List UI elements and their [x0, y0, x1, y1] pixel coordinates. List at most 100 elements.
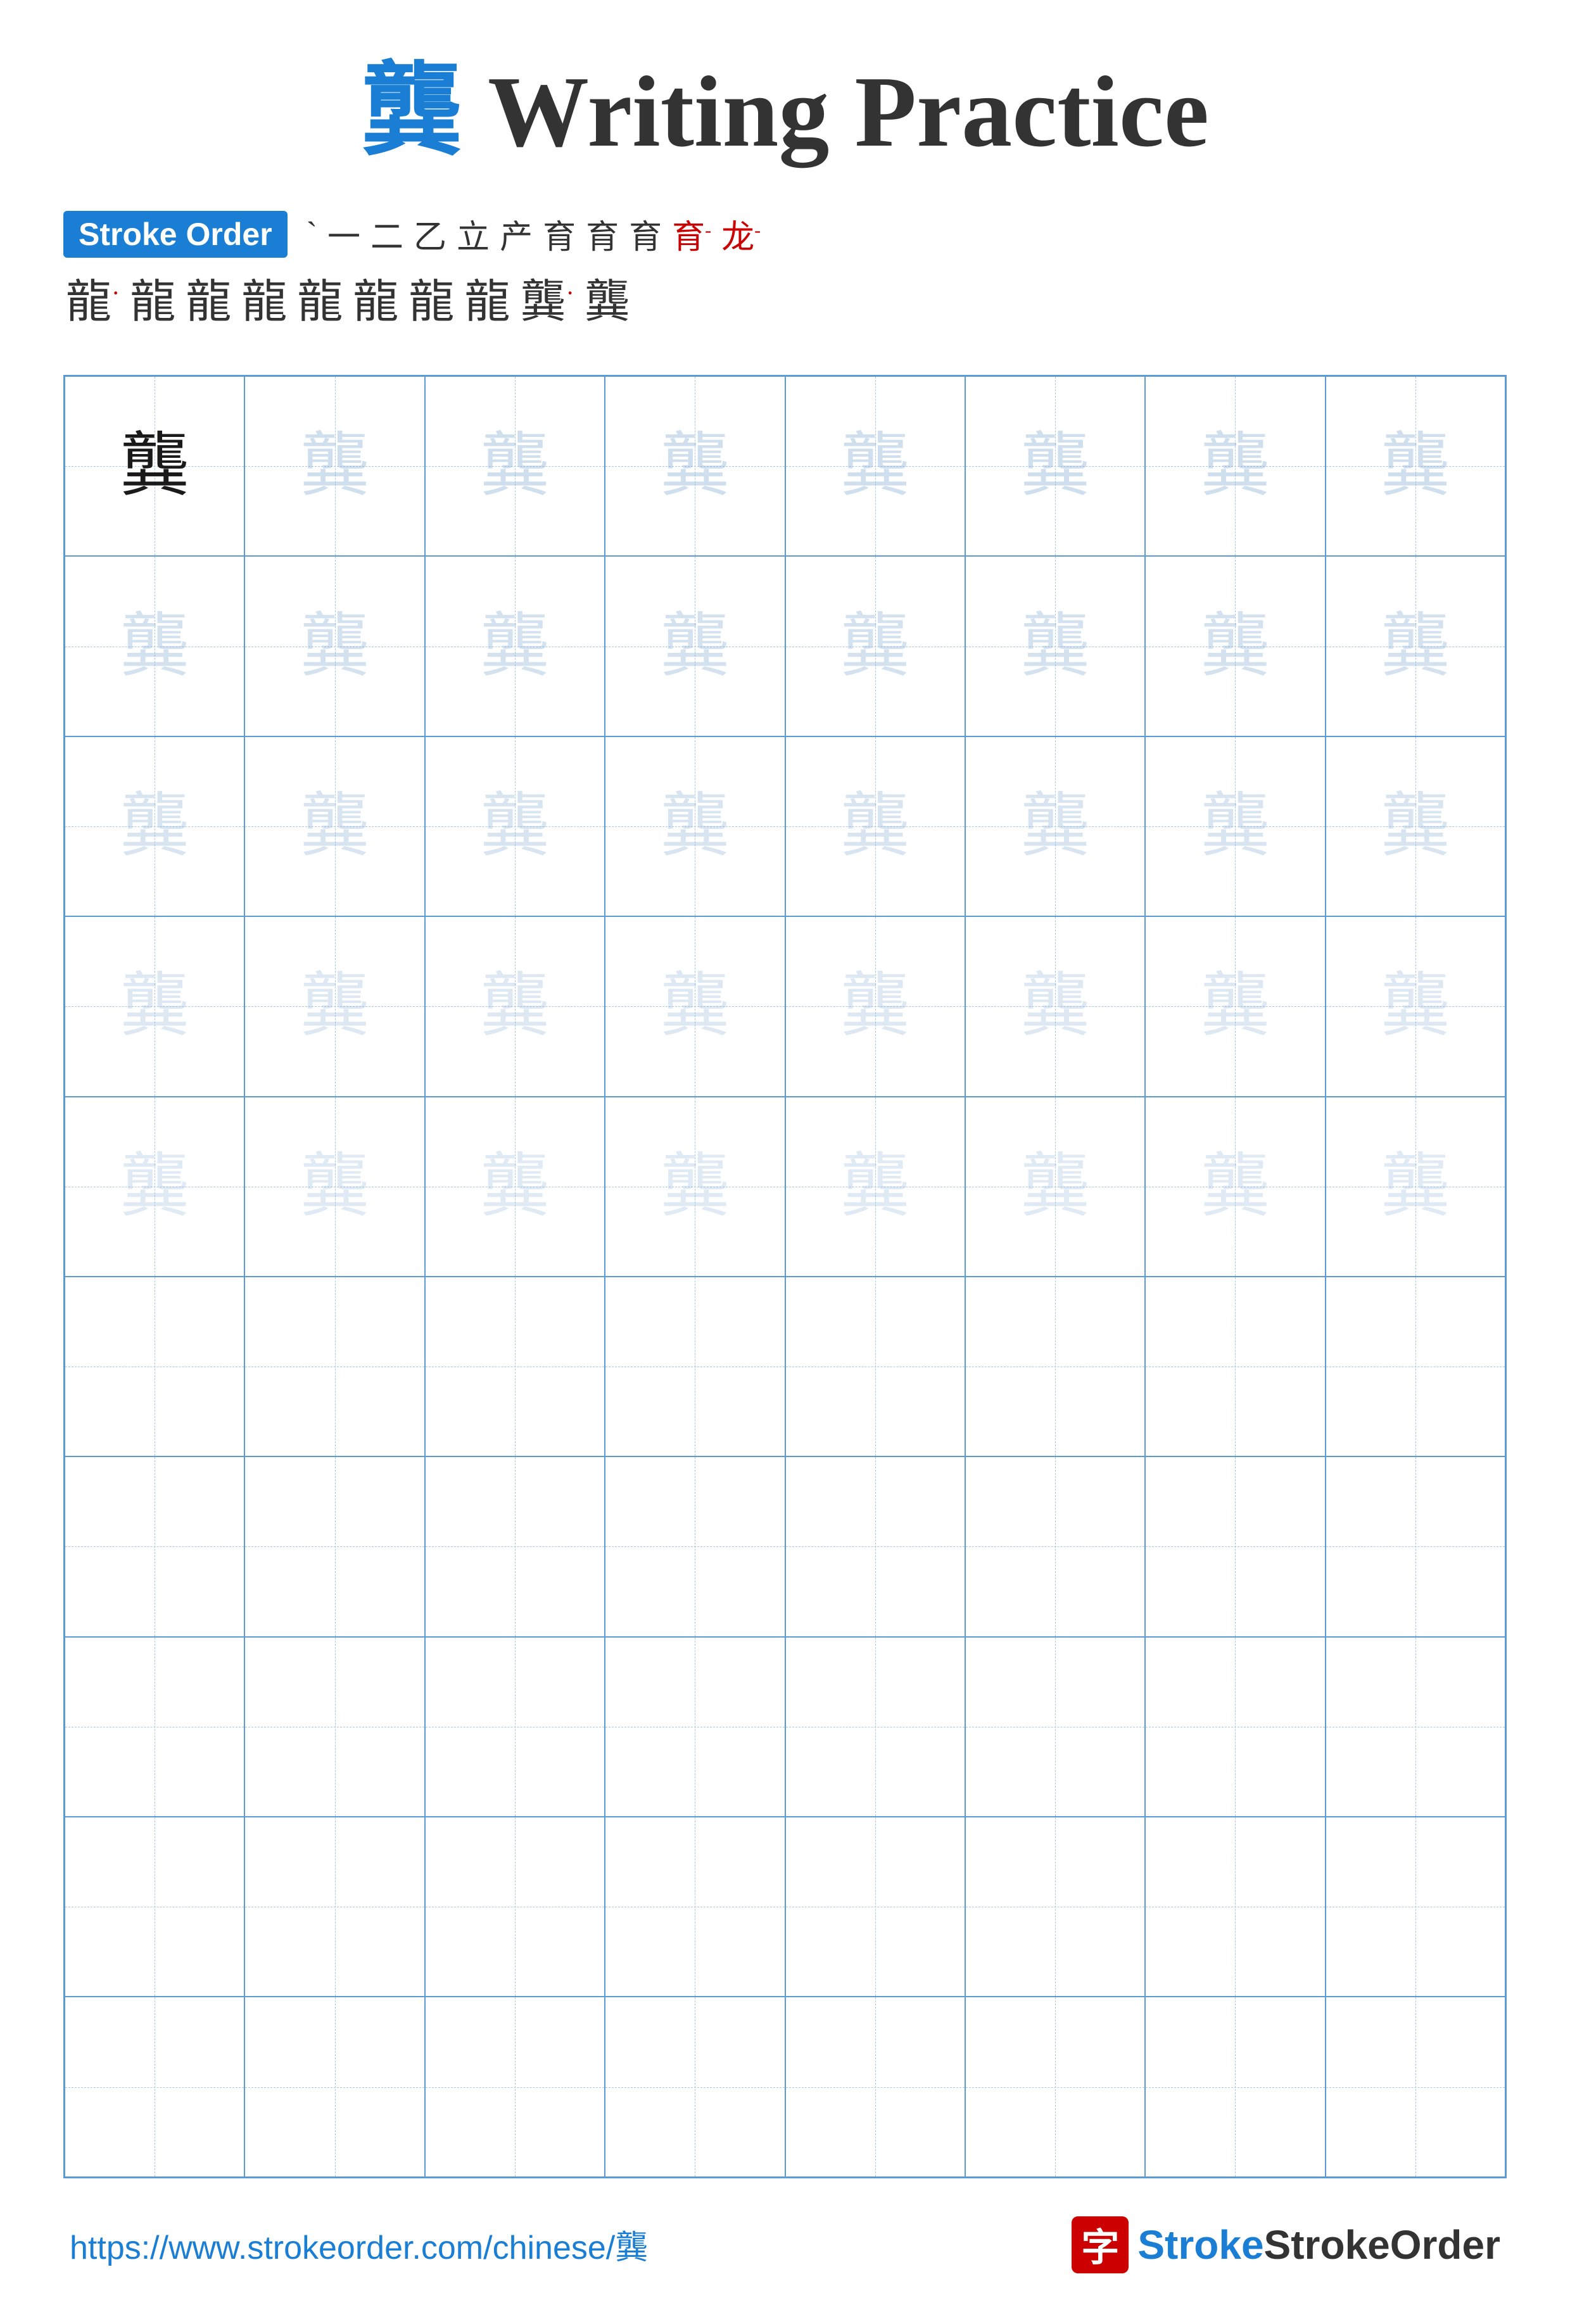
grid-cell[interactable] — [1326, 1817, 1505, 1997]
grid-cell[interactable]: 龔 — [1326, 1097, 1505, 1277]
stroke-order-badge: Stroke Order — [63, 211, 288, 258]
grid-cell[interactable]: 龔 — [965, 736, 1145, 916]
grid-cell[interactable]: 龔 — [65, 556, 244, 736]
grid-cell[interactable] — [785, 1456, 965, 1636]
grid-cell[interactable]: 龔 — [965, 376, 1145, 556]
grid-cell[interactable] — [425, 1637, 605, 1817]
grid-cell[interactable]: 龔 — [244, 1097, 424, 1277]
grid-cell[interactable]: 龔 — [965, 916, 1145, 1096]
grid-cell[interactable]: 龔 — [605, 916, 785, 1096]
grid-cell[interactable] — [244, 1456, 424, 1636]
grid-cell[interactable] — [65, 1817, 244, 1997]
grid-cell[interactable] — [965, 1456, 1145, 1636]
grid-cell[interactable] — [965, 1997, 1145, 2176]
stroke-order-row1: Stroke Order ` 一 二 乙 立 产 育 育 育 育- 龙- — [63, 210, 1507, 258]
grid-cell[interactable] — [244, 1637, 424, 1817]
grid-char: 龔 — [1381, 971, 1450, 1041]
grid-cell[interactable]: 龔 — [605, 556, 785, 736]
practice-grid: 龔龔龔龔龔龔龔龔龔龔龔龔龔龔龔龔龔龔龔龔龔龔龔龔龔龔龔龔龔龔龔龔龔龔龔龔龔龔龔龔 — [63, 375, 1507, 2178]
grid-cell[interactable] — [1145, 1456, 1325, 1636]
grid-cell[interactable]: 龔 — [1326, 376, 1505, 556]
grid-cell[interactable] — [244, 1997, 424, 2176]
grid-cell[interactable]: 龔 — [1145, 376, 1325, 556]
grid-cell[interactable]: 龔 — [425, 556, 605, 736]
grid-char: 龔 — [480, 431, 550, 501]
grid-cell[interactable]: 龔 — [425, 376, 605, 556]
grid-cell[interactable] — [785, 1997, 965, 2176]
grid-cell[interactable]: 龔 — [1326, 556, 1505, 736]
grid-cell[interactable]: 龔 — [965, 1097, 1145, 1277]
grid-cell[interactable]: 龔 — [1145, 736, 1325, 916]
grid-char: 龔 — [1200, 612, 1270, 681]
grid-cell[interactable] — [1145, 1997, 1325, 2176]
grid-cell[interactable] — [965, 1277, 1145, 1456]
grid-cell[interactable]: 龔 — [1145, 916, 1325, 1096]
grid-cell[interactable]: 龔 — [1145, 556, 1325, 736]
grid-cell[interactable]: 龔 — [425, 916, 605, 1096]
grid-char: 龔 — [1020, 971, 1090, 1041]
grid-cell[interactable]: 龔 — [425, 736, 605, 916]
grid-cell[interactable] — [1326, 1997, 1505, 2176]
grid-cell[interactable] — [965, 1637, 1145, 1817]
grid-cell[interactable] — [785, 1637, 965, 1817]
grid-cell[interactable]: 龔 — [244, 556, 424, 736]
grid-char: 龔 — [660, 612, 730, 681]
grid-cell[interactable] — [605, 1817, 785, 1997]
grid-cell[interactable]: 龔 — [1326, 916, 1505, 1096]
grid-cell[interactable]: 龔 — [785, 556, 965, 736]
grid-char: 龔 — [300, 1152, 370, 1222]
step-10: 育- — [672, 210, 711, 258]
grid-cell[interactable]: 龔 — [605, 736, 785, 916]
grid-char: 龔 — [1381, 792, 1450, 861]
grid-cell[interactable] — [425, 1277, 605, 1456]
grid-cell[interactable] — [785, 1817, 965, 1997]
grid-char: 龔 — [660, 431, 730, 501]
grid-cell[interactable] — [1145, 1817, 1325, 1997]
grid-cell[interactable]: 龔 — [244, 376, 424, 556]
grid-cell[interactable]: 龔 — [965, 556, 1145, 736]
grid-cell[interactable]: 龔 — [65, 376, 244, 556]
grid-cell[interactable] — [605, 1277, 785, 1456]
grid-cell[interactable]: 龔 — [1145, 1097, 1325, 1277]
grid-cell[interactable]: 龔 — [65, 1097, 244, 1277]
grid-cell[interactable] — [244, 1277, 424, 1456]
grid-cell[interactable] — [1326, 1277, 1505, 1456]
grid-cell[interactable] — [65, 1277, 244, 1456]
grid-cell[interactable]: 龔 — [785, 916, 965, 1096]
grid-cell[interactable]: 龔 — [65, 916, 244, 1096]
grid-cell[interactable]: 龔 — [605, 376, 785, 556]
grid-cell[interactable]: 龔 — [425, 1097, 605, 1277]
step-5: 立 — [457, 210, 490, 258]
grid-char: 龔 — [300, 792, 370, 861]
grid-char: 龔 — [660, 1152, 730, 1222]
grid-cell[interactable]: 龔 — [244, 736, 424, 916]
grid-cell[interactable] — [425, 1817, 605, 1997]
grid-cell[interactable] — [1145, 1637, 1325, 1817]
grid-cell[interactable] — [785, 1277, 965, 1456]
grid-cell[interactable]: 龔 — [65, 736, 244, 916]
grid-char: 龔 — [840, 612, 910, 681]
grid-cell[interactable] — [65, 1456, 244, 1636]
grid-cell[interactable] — [965, 1817, 1145, 1997]
grid-cell[interactable]: 龔 — [1326, 736, 1505, 916]
grid-cell[interactable] — [1326, 1456, 1505, 1636]
step-9: 育 — [629, 210, 662, 258]
footer-url[interactable]: https://www.strokeorder.com/chinese/龔 — [70, 2221, 648, 2268]
grid-char: 龔 — [1381, 612, 1450, 681]
grid-cell[interactable] — [425, 1997, 605, 2176]
grid-cell[interactable]: 龔 — [244, 916, 424, 1096]
grid-cell[interactable]: 龔 — [785, 376, 965, 556]
grid-cell[interactable] — [65, 1637, 244, 1817]
grid-cell[interactable] — [1326, 1637, 1505, 1817]
grid-cell[interactable]: 龔 — [785, 1097, 965, 1277]
grid-cell[interactable] — [605, 1997, 785, 2176]
grid-cell[interactable] — [605, 1637, 785, 1817]
grid-cell[interactable] — [605, 1456, 785, 1636]
grid-cell[interactable] — [244, 1817, 424, 1997]
grid-cell[interactable]: 龔 — [785, 736, 965, 916]
grid-cell[interactable] — [65, 1997, 244, 2176]
step-8: 育 — [586, 210, 619, 258]
grid-cell[interactable]: 龔 — [605, 1097, 785, 1277]
grid-cell[interactable] — [425, 1456, 605, 1636]
grid-cell[interactable] — [1145, 1277, 1325, 1456]
